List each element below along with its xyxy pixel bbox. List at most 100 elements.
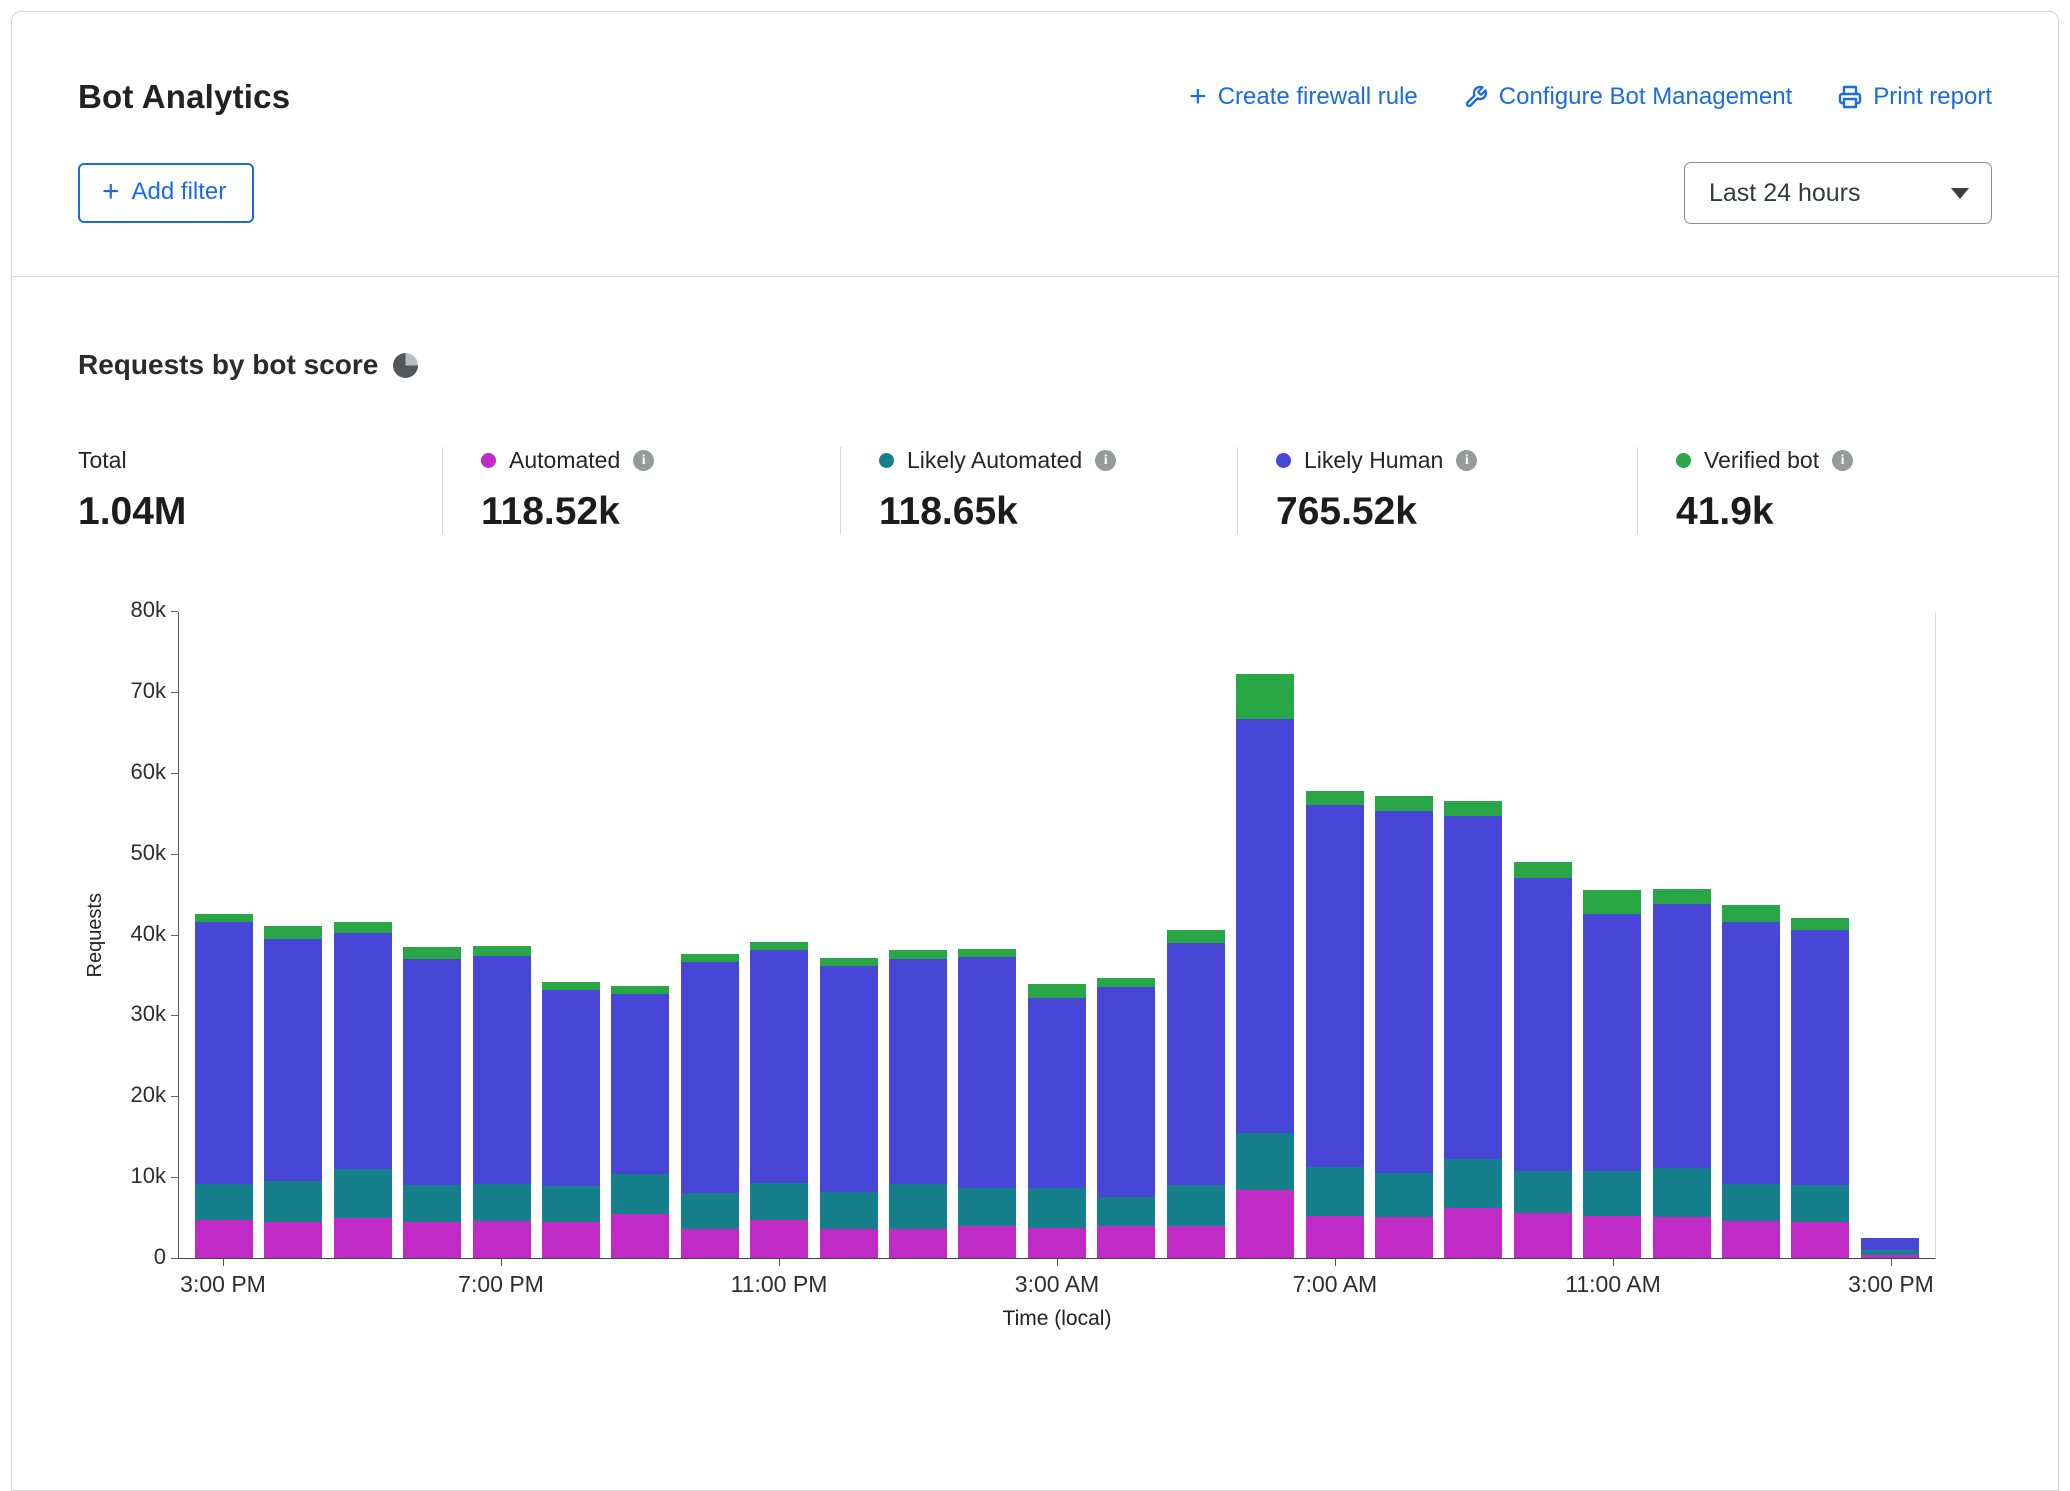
bar-segment-likely-automated[interactable] [1583, 1171, 1641, 1215]
bar-segment-likely-human[interactable] [334, 933, 392, 1169]
bar-segment-likely-human[interactable] [681, 962, 739, 1193]
bar-segment-automated[interactable] [1791, 1222, 1849, 1258]
bar-segment-likely-human[interactable] [542, 990, 600, 1186]
bar[interactable] [473, 946, 531, 1258]
bar-segment-verified-bot[interactable] [1097, 978, 1155, 987]
bar-segment-automated[interactable] [403, 1222, 461, 1258]
bar[interactable] [542, 982, 600, 1258]
bar-segment-likely-human[interactable] [1444, 816, 1502, 1159]
bar-segment-verified-bot[interactable] [1028, 984, 1086, 999]
bar-segment-likely-automated[interactable] [1514, 1171, 1572, 1212]
bar-segment-automated[interactable] [611, 1214, 669, 1258]
bar-segment-verified-bot[interactable] [1514, 862, 1572, 878]
bar-segment-automated[interactable] [1167, 1226, 1225, 1258]
bar-segment-likely-human[interactable] [473, 956, 531, 1183]
bar-segment-verified-bot[interactable] [1722, 905, 1780, 921]
bar-segment-verified-bot[interactable] [195, 914, 253, 923]
bar-segment-likely-human[interactable] [1097, 987, 1155, 1196]
bar-segment-automated[interactable] [1306, 1216, 1364, 1258]
bar-segment-likely-human[interactable] [750, 950, 808, 1183]
bar-segment-verified-bot[interactable] [1375, 796, 1433, 811]
bar-segment-likely-automated[interactable] [1444, 1159, 1502, 1208]
bar-segment-likely-human[interactable] [195, 922, 253, 1183]
bar-segment-likely-automated[interactable] [611, 1174, 669, 1214]
bar-segment-verified-bot[interactable] [958, 949, 1016, 957]
bar[interactable] [403, 947, 461, 1258]
bar-segment-automated[interactable] [195, 1220, 253, 1258]
bar[interactable] [1306, 791, 1364, 1258]
bar-segment-likely-automated[interactable] [958, 1188, 1016, 1225]
info-icon[interactable]: i [1095, 450, 1116, 471]
bar-segment-verified-bot[interactable] [473, 946, 531, 957]
bar-segment-verified-bot[interactable] [611, 986, 669, 993]
bar-segment-verified-bot[interactable] [264, 926, 322, 938]
bar-segment-verified-bot[interactable] [681, 954, 739, 962]
bar-segment-likely-human[interactable] [611, 994, 669, 1174]
bar-segment-likely-automated[interactable] [1167, 1185, 1225, 1225]
bar-segment-likely-human[interactable] [820, 966, 878, 1192]
bar-segment-verified-bot[interactable] [1444, 801, 1502, 816]
bar[interactable] [1722, 905, 1780, 1258]
bar-segment-likely-automated[interactable] [264, 1181, 322, 1221]
bar-segment-likely-automated[interactable] [750, 1183, 808, 1220]
bar-segment-verified-bot[interactable] [1167, 930, 1225, 943]
info-icon[interactable]: i [1832, 450, 1853, 471]
bar-segment-verified-bot[interactable] [1306, 791, 1364, 806]
bar-segment-likely-automated[interactable] [1236, 1133, 1294, 1190]
bar-segment-likely-automated[interactable] [1653, 1168, 1711, 1217]
time-range-dropdown[interactable]: Last 24 hours [1684, 162, 1992, 224]
bar-segment-likely-human[interactable] [1722, 922, 1780, 1184]
bar[interactable] [1514, 862, 1572, 1258]
bar-segment-likely-automated[interactable] [820, 1192, 878, 1229]
bar[interactable] [1861, 1238, 1919, 1258]
bar[interactable] [1653, 889, 1711, 1258]
add-filter-button[interactable]: + Add filter [78, 163, 254, 223]
bar-segment-likely-automated[interactable] [334, 1169, 392, 1218]
bar[interactable] [820, 958, 878, 1258]
bar[interactable] [264, 926, 322, 1258]
bar-segment-likely-human[interactable] [264, 939, 322, 1182]
bar-segment-likely-automated[interactable] [1722, 1184, 1780, 1221]
bar-segment-automated[interactable] [1653, 1217, 1711, 1258]
bar-segment-automated[interactable] [542, 1222, 600, 1258]
bar-segment-automated[interactable] [1028, 1228, 1086, 1258]
bar-segment-automated[interactable] [1236, 1190, 1294, 1258]
bar-segment-likely-automated[interactable] [889, 1184, 947, 1229]
bar-segment-likely-human[interactable] [1167, 943, 1225, 1186]
bar-segment-likely-automated[interactable] [1791, 1185, 1849, 1221]
bar[interactable] [889, 950, 947, 1258]
bar-segment-likely-automated[interactable] [1375, 1173, 1433, 1217]
bar[interactable] [1167, 930, 1225, 1258]
bar-segment-likely-human[interactable] [1375, 811, 1433, 1173]
bar-segment-likely-automated[interactable] [1097, 1197, 1155, 1226]
bar-segment-likely-human[interactable] [1861, 1238, 1919, 1250]
bar[interactable] [334, 922, 392, 1258]
bar-segment-verified-bot[interactable] [1236, 674, 1294, 719]
bar[interactable] [611, 986, 669, 1258]
bar-segment-automated[interactable] [1375, 1217, 1433, 1258]
bar-segment-likely-human[interactable] [403, 959, 461, 1185]
bar-segment-verified-bot[interactable] [820, 958, 878, 966]
bar-segment-automated[interactable] [264, 1222, 322, 1258]
bar-segment-likely-automated[interactable] [1028, 1188, 1086, 1228]
bar[interactable] [1097, 978, 1155, 1258]
bar-segment-likely-human[interactable] [1653, 904, 1711, 1168]
info-icon[interactable]: i [633, 450, 654, 471]
bar-segment-verified-bot[interactable] [889, 950, 947, 959]
bar-segment-automated[interactable] [1097, 1226, 1155, 1258]
bar[interactable] [958, 949, 1016, 1258]
bar-segment-likely-human[interactable] [1028, 998, 1086, 1187]
bar-segment-automated[interactable] [1583, 1216, 1641, 1258]
bar-segment-likely-human[interactable] [1583, 914, 1641, 1172]
bar[interactable] [1236, 674, 1294, 1258]
bar[interactable] [1444, 801, 1502, 1258]
bar-segment-likely-automated[interactable] [473, 1184, 531, 1221]
bar-segment-likely-human[interactable] [1306, 805, 1364, 1167]
configure-bot-management-link[interactable]: Configure Bot Management [1464, 83, 1793, 111]
bar-segment-automated[interactable] [334, 1218, 392, 1258]
bar-segment-likely-human[interactable] [1236, 719, 1294, 1133]
bar-segment-likely-automated[interactable] [681, 1193, 739, 1229]
bar-segment-automated[interactable] [681, 1229, 739, 1258]
print-report-link[interactable]: Print report [1838, 83, 1992, 111]
bar[interactable] [1791, 918, 1849, 1258]
